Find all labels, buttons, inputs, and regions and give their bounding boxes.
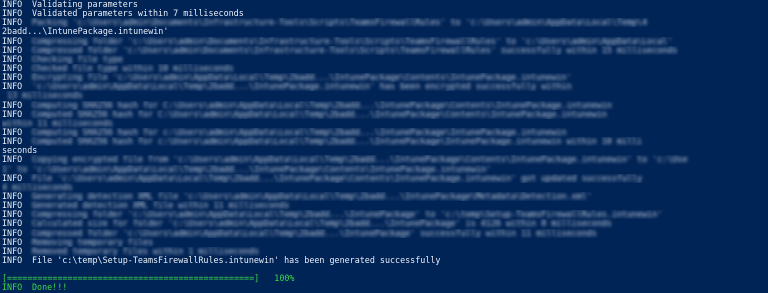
log-level: INFO — [2, 100, 23, 110]
log-line: seconds — [2, 146, 766, 155]
log-line: 4 milliseconds — [2, 183, 766, 192]
log-message: Validated parameters within 7 millisecon… — [32, 9, 244, 19]
log-line: INFO Calculated size for folder 'c:\Users… — [2, 219, 766, 228]
log-level: INFO — [2, 73, 23, 83]
log-message: 1' to 'c:\Users\admin\AppData\Local\Temp… — [2, 164, 492, 174]
log-level: INFO — [2, 137, 23, 147]
log-line: INFO Compressed folder 'c:\Users\admin\Ap… — [2, 229, 766, 238]
log-output: INFO Validating parameters INFO Validated p… — [2, 0, 766, 265]
log-level: INFO — [2, 0, 23, 9]
log-message: Compressed folder 'c:\Users\admin\AppDat… — [32, 228, 597, 238]
log-message: Computing SHA256 hash for C:\Users\admin… — [32, 100, 612, 110]
log-message: Generated detection XML file within 11 m… — [32, 201, 290, 211]
log-message: Checked file type within 10 milliseconds — [32, 63, 234, 73]
log-message: Removed temporary files within 1 millise… — [32, 246, 259, 256]
log-line: INFO Removing temporary files — [2, 238, 766, 247]
log-line: INFO Computing SHA256 hash for C:\Users\a… — [2, 101, 766, 110]
done-message: Done!!! — [32, 283, 68, 293]
log-level: INFO — [2, 18, 23, 28]
log-level: INFO — [2, 219, 23, 229]
log-level: INFO — [2, 54, 23, 64]
log-message: within 11 milliseconds — [2, 118, 113, 128]
log-message: 13 milliseconds — [2, 91, 83, 101]
log-message: Copying encrypted file from 'c:\Users\ad… — [32, 155, 688, 165]
log-line: INFO Validated parameters within 7 millis… — [2, 9, 766, 18]
log-line: INFO Checking file type — [2, 55, 766, 64]
log-message: 'c:\Users\admin\AppData\Local\Temp\2badd… — [32, 82, 572, 92]
log-level: INFO — [2, 127, 23, 137]
log-message: Compressing folder 'c:\Users\admin\AppDa… — [32, 210, 663, 220]
log-line: INFO Encrypting file 'c:\Users\admin\AppD… — [2, 73, 766, 82]
log-line: INFO Packing 'c:\Users\admin\Documents\In… — [2, 18, 766, 27]
progress-bar: [=======================================… — [2, 274, 260, 284]
log-level: INFO — [2, 246, 23, 256]
log-message: Compressed folder 'c:\Users\admin\Docume… — [32, 45, 678, 55]
log-line: INFO Generated detection XML file within … — [2, 201, 766, 210]
log-message: 4 milliseconds — [2, 182, 73, 192]
log-message: Compressing folder 'c:\Users\admin\Docum… — [32, 36, 673, 46]
log-line: INFO Compressing folder 'c:\Users\admin\D… — [2, 37, 766, 46]
log-level: INFO — [2, 155, 23, 165]
log-line: INFO Generating detection XML file 'c:\Us… — [2, 192, 766, 201]
log-level: INFO — [2, 228, 23, 238]
log-level: INFO — [2, 173, 23, 183]
log-line: INFO Computing SHA256 hash for c:\Users\a… — [2, 128, 766, 137]
log-line: INFO Validating parameters — [2, 0, 766, 9]
log-level: INFO — [2, 201, 23, 211]
log-line: INFO Compressing folder 'c:\Users\admin\A… — [2, 210, 766, 219]
console-window[interactable]: INFO Validating parameters INFO Validated p… — [0, 0, 768, 293]
done-line: INFO Done!!! — [2, 283, 766, 292]
log-message: Removing temporary files — [32, 237, 154, 247]
log-level: INFO — [2, 210, 23, 220]
log-message: Calculated size for folder 'c:\Users\adm… — [32, 219, 612, 229]
log-level: INFO — [2, 82, 23, 92]
log-line: INFO Checked file type within 10 millisec… — [2, 64, 766, 73]
done-level: INFO — [2, 283, 23, 293]
log-line: INFO Computed SHA256 hash for c:\Users\ad… — [2, 137, 766, 146]
log-message: File 'c:\Users\admin\AppData\Local\Temp\… — [32, 173, 643, 183]
log-line: 2badd...\IntunePackage.intunewin' — [2, 27, 766, 36]
log-line: INFO Copying encrypted file from 'c:\User… — [2, 155, 766, 164]
log-line: within 11 milliseconds — [2, 119, 766, 128]
progress-line: [=======================================… — [2, 274, 766, 283]
log-message: Packing 'c:\Users\admin\Documents\Infras… — [32, 18, 648, 28]
log-message: seconds — [2, 146, 38, 156]
log-message: 2badd...\IntunePackage.intunewin' — [2, 27, 169, 37]
log-message: Generating detection XML file 'c:\Users\… — [32, 191, 592, 201]
log-line: INFO File 'c:\Users\admin\AppData\Local\T… — [2, 174, 766, 183]
log-line: INFO Compressed folder 'c:\Users\admin\Do… — [2, 46, 766, 55]
log-level: INFO — [2, 45, 23, 55]
progress-percent: 100% — [274, 274, 295, 284]
log-message: Computing SHA256 hash for c:\Users\admin… — [32, 127, 567, 137]
log-level: INFO — [2, 109, 23, 119]
log-message: Computed SHA256 hash for C:\Users\admin\… — [32, 109, 607, 119]
log-level: INFO — [2, 255, 23, 265]
log-line: INFO Computed SHA256 hash for C:\Users\ad… — [2, 110, 766, 119]
log-message: Computed SHA256 hash for c:\Users\admin\… — [32, 137, 643, 147]
log-message: Validating parameters — [32, 0, 138, 9]
log-level: INFO — [2, 63, 23, 73]
log-level: INFO — [2, 191, 23, 201]
log-line: 1' to 'c:\Users\admin\AppData\Local\Temp… — [2, 165, 766, 174]
log-line: INFO 'c:\Users\admin\AppData\Local\Temp\2… — [2, 82, 766, 91]
log-message: File 'c:\temp\Setup-TeamsFirewallRules.i… — [32, 255, 441, 265]
log-message: Checking file type — [32, 54, 123, 64]
log-line: 13 milliseconds — [2, 91, 766, 100]
log-level: INFO — [2, 36, 23, 46]
log-message: Encrypting file 'c:\Users\admin\AppData\… — [32, 73, 572, 83]
log-level: INFO — [2, 9, 23, 19]
log-line: INFO File 'c:\temp\Setup-TeamsFirewallRul… — [2, 256, 766, 265]
log-level: INFO — [2, 237, 23, 247]
log-line: INFO Removed temporary files within 1 mil… — [2, 247, 766, 256]
